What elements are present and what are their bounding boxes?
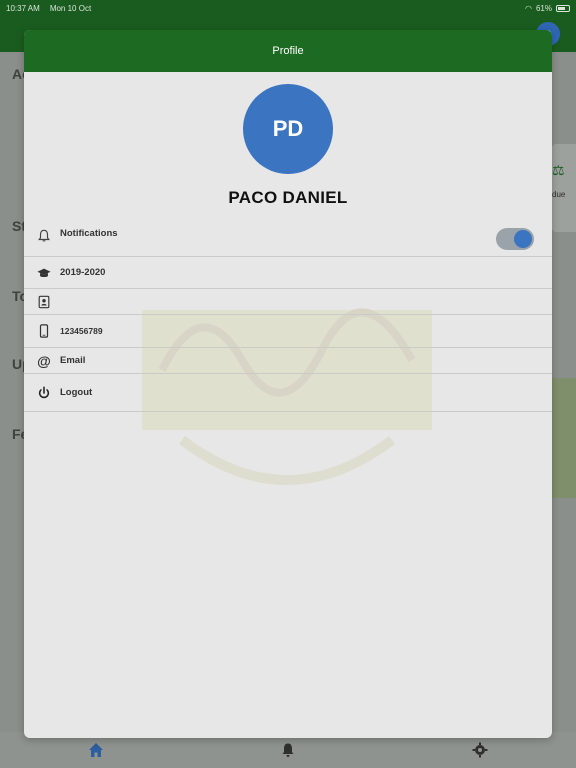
logout-label[interactable]: Logout bbox=[60, 387, 92, 398]
profile-modal: Profile PD PACO DANIEL Notifications 201… bbox=[24, 30, 552, 738]
modal-header: Profile bbox=[24, 30, 552, 72]
bg-image-strip bbox=[552, 378, 576, 498]
bell-icon bbox=[282, 743, 294, 757]
id-row bbox=[24, 289, 552, 315]
academic-year-row: 2019-2020 bbox=[24, 257, 552, 289]
logout-row[interactable]: Logout bbox=[24, 374, 552, 412]
email-row: @ Email bbox=[24, 348, 552, 374]
bell-icon bbox=[36, 228, 52, 244]
toggle-knob bbox=[514, 230, 532, 248]
status-time: 10:37 AM bbox=[6, 3, 40, 13]
battery-percent: 61% bbox=[535, 3, 552, 13]
notifications-toggle[interactable] bbox=[496, 228, 534, 250]
status-right: ◠ 61% bbox=[525, 4, 570, 13]
gear-icon bbox=[472, 742, 488, 758]
phone-value: 123456789 bbox=[60, 326, 103, 336]
bg-card-label: due bbox=[552, 190, 566, 199]
notifications-label: Notifications bbox=[60, 228, 118, 239]
graduation-cap-icon bbox=[36, 265, 52, 281]
id-card-icon bbox=[36, 294, 52, 310]
notifications-row: Notifications bbox=[24, 218, 552, 257]
at-icon: @ bbox=[37, 352, 51, 369]
modal-title: Profile bbox=[272, 45, 304, 57]
home-icon bbox=[89, 743, 103, 757]
battery-icon bbox=[556, 4, 570, 12]
bg-card: ⚖ due bbox=[552, 144, 576, 232]
status-bar: 10:37 AM Mon 10 Oct ◠ 61% bbox=[0, 0, 576, 16]
profile-avatar: PD bbox=[243, 84, 333, 174]
phone-row: 123456789 bbox=[24, 315, 552, 348]
power-icon bbox=[36, 385, 52, 401]
profile-name: PACO DANIEL bbox=[228, 188, 348, 207]
academic-year-value: 2019-2020 bbox=[60, 267, 106, 278]
email-label: Email bbox=[60, 355, 86, 366]
phone-icon bbox=[36, 323, 52, 339]
scale-icon: ⚖ bbox=[552, 162, 565, 178]
wifi-icon: ◠ bbox=[525, 3, 532, 13]
status-date: Mon 10 Oct bbox=[49, 3, 92, 13]
